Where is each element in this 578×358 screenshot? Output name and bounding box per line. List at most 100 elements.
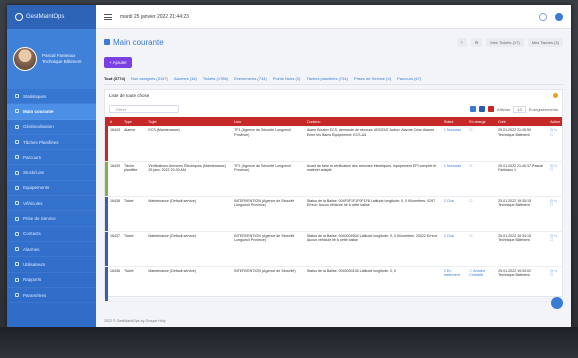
list-title: Liste de toute chose [109, 93, 150, 98]
info-dot-icon[interactable] [553, 93, 558, 98]
filter-placeholder: Filtrer [116, 106, 127, 112]
add-button[interactable]: + Ajouter [104, 57, 132, 68]
notification-icon[interactable] [539, 12, 547, 21]
table-row[interactable]: 16438 Ticket Maintenance (Default service)… [105, 196, 562, 232]
title-action-3[interactable]: Mes Taches (3) [527, 37, 563, 47]
sidebar-item-label: Statistiques [23, 93, 47, 99]
sidebar-item-4[interactable]: Parcours [7, 150, 96, 166]
tab-8[interactable]: Parcours (67) [397, 76, 421, 81]
title-action-0[interactable]: ? [456, 37, 467, 47]
footer: 2022 © GestMaintOps by Groupe Holy [104, 319, 166, 323]
tab-1[interactable]: Non assignés (3197) [131, 76, 168, 81]
cell-actions[interactable]: ⎙ ✎ ☐ [548, 196, 562, 232]
cell-status[interactable]: 2 Clos [441, 231, 468, 267]
column-header[interactable]: # [108, 117, 122, 126]
cell-id: 16439 [108, 161, 122, 197]
tab-5[interactable]: Points Noirs (2) [273, 76, 301, 81]
sidebar-item-10[interactable]: Alarmes [7, 242, 96, 258]
sidebar-item-7[interactable]: Véhicules [7, 196, 96, 212]
cell-status[interactable]: 2 En traitement [441, 266, 468, 302]
cell-subject: ECS (Maintenance) [146, 126, 233, 162]
cell-actions[interactable]: ⎙ ✎ ☐ [548, 161, 562, 197]
menu-toggle-icon[interactable] [104, 13, 112, 20]
tab-7[interactable]: Prises de Service (4) [354, 76, 391, 81]
title-action-1[interactable]: ⚙ [470, 37, 483, 47]
sidebar-item-9[interactable]: Contacts [7, 227, 96, 242]
sidebar-item-3[interactable]: Tâches Planifiées [7, 135, 96, 151]
cell-actions[interactable]: ⎙ ✎ ☐ [548, 266, 562, 302]
records-label: Enregistrements [528, 106, 558, 112]
column-header[interactable]: Type [122, 117, 147, 126]
sidebar-item-1[interactable]: Main courante [7, 104, 96, 120]
cell-actions[interactable]: ⎙ ✎ ☐ [548, 126, 562, 162]
cell-created: 25.01.2022 19:35:15 Technique Bâtiment [496, 196, 549, 232]
sidebar-item-label: Géolocalisation [23, 124, 54, 130]
user-profile[interactable]: Pascal Fanteaux Technique Bâtiment [7, 29, 96, 89]
nav-item-icon [15, 170, 19, 175]
export-copy-button[interactable] [469, 106, 476, 112]
cell-charge[interactable]: ☐ [467, 126, 497, 162]
sidebar-item-label: Véhicules [23, 200, 43, 206]
page-title-icon [104, 39, 110, 45]
cell-subject: Vérifications Armoires Électriques (Main… [146, 161, 233, 197]
cell-created: 25.01.2022 21:40:37 Pascal Fanteaux 1 [496, 161, 549, 197]
cell-type: Ticket [122, 266, 147, 302]
cell-type: Ticket [122, 231, 147, 267]
tab-3[interactable]: Tickets (1786) [203, 76, 228, 81]
tab-6[interactable]: Tâches planifiées (734) [306, 76, 348, 81]
table-row[interactable]: 16443 Alarme ECS (Maintenance) TF1 (Agence … [105, 126, 562, 162]
cell-status[interactable]: 1 Nouveau [441, 126, 468, 162]
column-header[interactable]: Statut [441, 117, 468, 126]
logo[interactable]: GestMaintOps [7, 5, 96, 29]
column-header[interactable]: Contenu [304, 117, 442, 126]
table-row[interactable]: 16436 Ticket Maintenance (Default service)… [105, 266, 562, 302]
user-menu-icon[interactable] [555, 12, 563, 21]
show-label: Afficher [496, 106, 511, 112]
export-csv-button[interactable] [478, 106, 485, 112]
per-page-select[interactable]: 10 [513, 105, 526, 113]
sidebar-item-13[interactable]: Paramètres [7, 288, 96, 304]
cell-status[interactable]: 1 Nouveau [441, 161, 468, 197]
sidebar-item-5[interactable]: Stock/Lots [7, 165, 96, 181]
sidebar-item-11[interactable]: Utilisateurs [7, 257, 96, 273]
column-header[interactable]: Sujet [146, 117, 233, 126]
tab-4[interactable]: Evénements (734) [234, 76, 267, 81]
sidebar-item-label: Main courante [23, 108, 54, 114]
cell-type: Alarme [122, 126, 147, 162]
export-pdf-button[interactable] [487, 106, 494, 112]
cell-charge[interactable]: ☐ [467, 161, 497, 197]
logo-icon [15, 13, 23, 21]
sidebar-item-0[interactable]: Statistiques [7, 89, 96, 105]
sidebar-item-label: Contacts [23, 231, 41, 237]
current-datetime: mardi 25 janvier 2022 21:44:23 [120, 13, 189, 20]
cell-created: 25.01.2022 19:34:02 Technique Bâtiment [496, 266, 549, 302]
cell-charge[interactable]: ☐ Antoine Ciofoletti [467, 266, 497, 302]
title-action-2[interactable]: Mes Tickets (17) [486, 37, 524, 47]
cell-charge[interactable]: ☐ [467, 231, 497, 267]
cell-content: Status de la Balise: 0040030135 Latitude… [304, 266, 442, 302]
sidebar-item-label: Equipements [23, 185, 50, 191]
table-row[interactable]: 16437 Ticket Maintenance (Default service)… [105, 231, 562, 267]
chat-fab-icon[interactable] [551, 297, 563, 309]
sidebar-item-8[interactable]: Prise de Service [7, 211, 96, 227]
cell-status[interactable]: 2 Clos [441, 196, 468, 232]
sidebar-item-label: Utilisateurs [23, 261, 46, 267]
cell-subject: Maintenance (Default service) [146, 196, 233, 232]
table-row[interactable]: 16439 Tâche planifiée Vérifications Armoir… [105, 161, 562, 197]
column-header[interactable]: Créé [496, 117, 549, 126]
tab-2[interactable]: Alarmes (16) [174, 76, 197, 81]
sidebar-item-label: Paramètres [23, 292, 47, 298]
filter-input[interactable]: Filtrer [109, 105, 179, 113]
column-header[interactable]: En charge [467, 117, 497, 126]
column-header[interactable]: Lieu [232, 117, 305, 126]
tab-0[interactable]: Tout (3774) [104, 76, 125, 81]
cell-actions[interactable]: ⎙ ✎ ☐ [548, 231, 562, 267]
cell-charge[interactable]: ☐ [467, 196, 497, 232]
profile-role: Technique Bâtiment [42, 59, 82, 64]
sidebar-item-2[interactable]: Géolocalisation [7, 120, 96, 135]
column-header[interactable]: Action [548, 117, 562, 126]
sidebar-item-6[interactable]: Equipements [7, 181, 96, 197]
cell-place: INTERVENTION (Agence de Sécurité) [232, 266, 305, 302]
cell-type: Tâche planifiée [122, 161, 147, 197]
sidebar-item-12[interactable]: Rapports [7, 273, 96, 288]
